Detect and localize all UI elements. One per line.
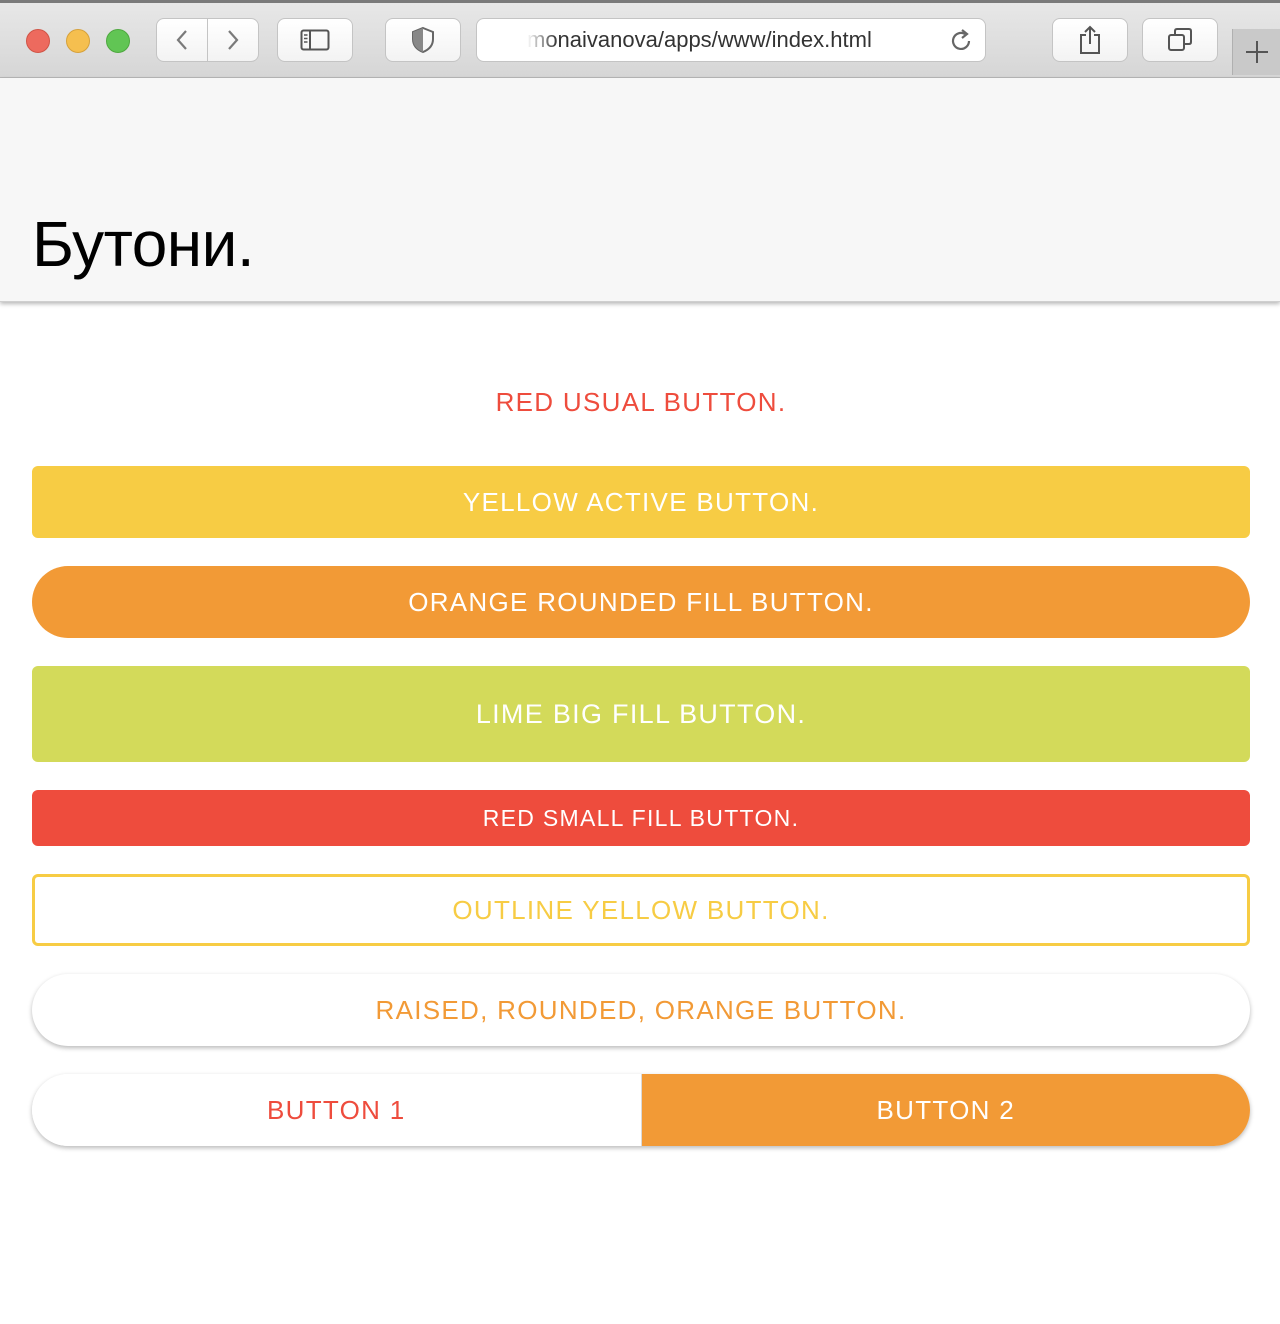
maximize-window-button[interactable] xyxy=(106,29,130,53)
segment-button-1[interactable]: BUTTON 1 xyxy=(32,1074,642,1146)
orange-rounded-fill-button[interactable]: ORANGE ROUNDED FILL BUTTON. xyxy=(32,566,1250,638)
chevron-right-icon xyxy=(228,30,239,50)
yellow-active-button[interactable]: YELLOW ACTIVE BUTTON. xyxy=(32,466,1250,538)
address-bar[interactable]: monaivanova/apps/www/index.html xyxy=(476,18,986,62)
page-title: Бутони. xyxy=(32,208,255,280)
lime-big-fill-button[interactable]: LIME BIG FILL BUTTON. xyxy=(32,666,1250,762)
new-tab-button[interactable] xyxy=(1232,29,1280,75)
privacy-report-button[interactable] xyxy=(385,18,461,62)
show-tabs-button[interactable] xyxy=(1142,18,1218,62)
share-icon xyxy=(1080,25,1100,54)
sidebar-icon xyxy=(300,29,330,51)
chevron-left-icon xyxy=(176,30,187,50)
red-small-fill-button[interactable]: RED SMALL FILL BUTTON. xyxy=(32,790,1250,846)
share-button[interactable] xyxy=(1052,18,1128,62)
window-top-edge xyxy=(0,0,1280,3)
segment-button-2[interactable]: BUTTON 2 xyxy=(641,1074,1250,1146)
sidebar-toggle-button[interactable] xyxy=(277,18,353,62)
tabs-overview-icon xyxy=(1168,28,1192,51)
forward-button[interactable] xyxy=(207,18,259,62)
page-navbar: Бутони. xyxy=(0,78,1280,302)
reload-icon[interactable] xyxy=(947,27,975,55)
plus-icon xyxy=(1246,41,1268,63)
address-text: monaivanova/apps/www/index.html xyxy=(527,27,872,52)
back-button[interactable] xyxy=(156,18,208,62)
close-window-button[interactable] xyxy=(26,29,50,53)
outline-yellow-button[interactable]: OUTLINE YELLOW BUTTON. xyxy=(32,874,1250,946)
segmented-button-group: BUTTON 1 BUTTON 2 xyxy=(32,1074,1250,1146)
shield-icon xyxy=(412,26,434,54)
raised-rounded-orange-button[interactable]: RAISED, ROUNDED, ORANGE BUTTON. xyxy=(32,974,1250,1046)
minimize-window-button[interactable] xyxy=(66,29,90,53)
browser-toolbar: monaivanova/apps/www/index.html xyxy=(0,0,1280,78)
red-usual-button[interactable]: RED USUAL BUTTON. xyxy=(32,366,1250,438)
